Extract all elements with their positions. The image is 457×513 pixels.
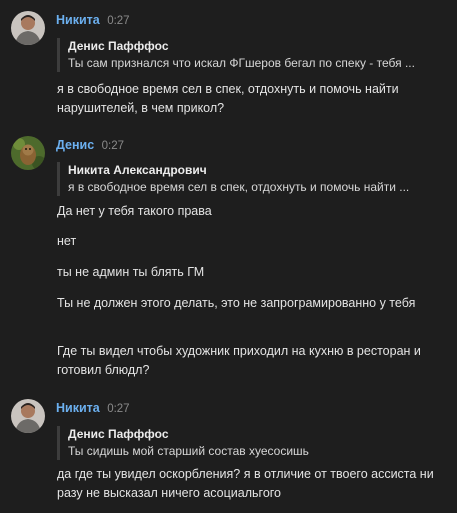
message-header: Никита 0:27	[56, 399, 130, 417]
reply-author: Денис Пафффос	[68, 39, 169, 53]
reply-author: Никита Александрович	[68, 163, 207, 177]
reply-quote[interactable]: Денис Пафффос Ты сидишь мой старший сост…	[57, 426, 453, 460]
message-text: нет	[57, 234, 77, 248]
message-text: Ты не должен этого делать, это не запрог…	[57, 296, 416, 310]
message-text: Да нет у тебя такого права	[57, 204, 212, 218]
reply-author: Денис Пафффос	[68, 427, 169, 441]
timestamp: 0:27	[107, 403, 130, 415]
chat-log: Никита 0:27 Денис Пафффос Ты сам признал…	[0, 0, 457, 513]
user-avatar[interactable]	[11, 136, 45, 170]
message-header: Никита 0:27	[56, 11, 130, 29]
author-name[interactable]: Никита	[56, 13, 100, 27]
message-header: Денис 0:27	[56, 136, 124, 154]
message-text: Где ты видел чтобы художник приходил на …	[57, 344, 421, 377]
message-text: я в свободное время сел в спек, отдохнут…	[57, 82, 399, 115]
user-avatar[interactable]	[11, 399, 45, 433]
message-text: ты не админ ты блять ГМ	[57, 265, 205, 279]
author-name[interactable]: Никита	[56, 401, 100, 415]
user-avatar[interactable]	[11, 11, 45, 45]
reply-quote[interactable]: Денис Пафффос Ты сам признался что искал…	[57, 38, 453, 72]
reply-text: Ты сидишь мой старший состав хуесосишь	[68, 444, 309, 458]
reply-text: я в свободное время сел в спек, отдохнут…	[68, 180, 410, 194]
reply-text: Ты сам признался что искал ФГшеров бегал…	[68, 56, 415, 70]
timestamp: 0:27	[101, 140, 125, 152]
reply-quote[interactable]: Никита Александрович я в свободное время…	[57, 162, 453, 196]
author-name[interactable]: Денис	[56, 138, 94, 152]
message-text: да где ты увидел оскорбления? я в отличи…	[57, 467, 434, 500]
timestamp: 0:27	[107, 15, 130, 27]
